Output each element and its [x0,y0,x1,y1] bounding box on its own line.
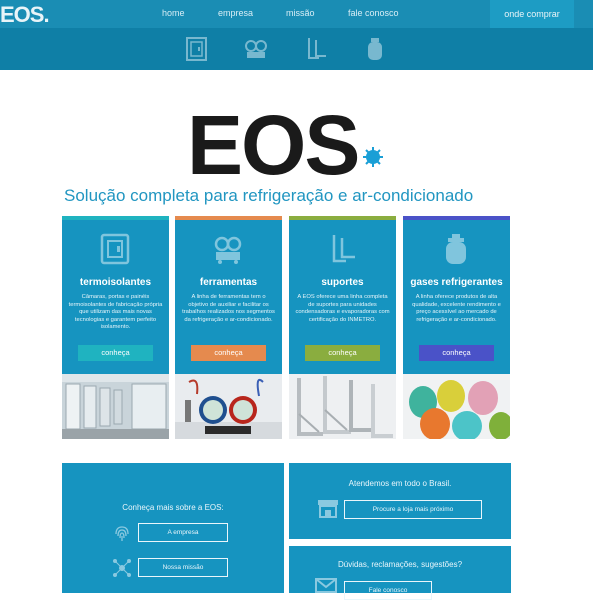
card-accent-strip [403,216,510,220]
card-title: ferramentas [199,277,258,288]
mail-icon [315,578,337,593]
card-accent-strip [62,216,169,220]
gas-cylinder-icon[interactable] [362,36,388,62]
card-title: gases refrigerantes [410,277,503,288]
card-description: A linha de ferramentas tem o objetivo de… [182,294,275,323]
card-gases-refrigerantes: gases refrigerantes A linha oferece prod… [403,216,510,439]
gas-cylinder-icon [446,234,466,264]
card-button[interactable]: conheça [191,345,266,361]
category-icon-bar [0,28,593,70]
fingerprint-icon [115,526,129,541]
about-company-button[interactable]: A empresa [138,523,228,542]
card-description: A EOS oferece uma linha completa de supo… [295,294,390,323]
cold-room-photo [62,374,169,439]
nav-empresa[interactable]: empresa [218,8,253,18]
gauges-icon [214,236,242,264]
hero-logo: EOS [187,98,360,192]
header-logo[interactable]: EOS. [0,2,50,28]
about-panel: Conheça mais sobre a EOS: A empresa Noss… [62,463,284,593]
brazil-panel: Atendemos em todo o Brasil. Procure a lo… [289,463,511,539]
gas-cylinders-photo [403,374,510,439]
brackets-photo [289,374,396,439]
card-description: A linha oferece produtos de alta qualida… [412,294,501,323]
nav-fale-conosco[interactable]: fale conosco [348,8,399,18]
contact-panel: Dúvidas, reclamações, sugestões? Fale co… [289,546,511,600]
panel-icon [100,233,130,265]
brazil-text: Atendemos em todo o Brasil. [348,479,452,488]
card-accent-strip [175,216,282,220]
card-ferramentas: ferramentas A linha de ferramentas tem o… [175,216,282,439]
contact-text: Dúvidas, reclamações, sugestões? [337,560,463,569]
snowflake-dot-icon [363,147,383,167]
top-navigation-bar: EOS. home empresa missão fale conosco on… [0,0,593,28]
about-mission-button[interactable]: Nossa missão [138,558,228,577]
contact-button[interactable]: Fale conosco [344,581,432,600]
panel-icon[interactable] [184,36,210,62]
card-title: suportes [321,277,364,288]
card-title: termoisolantes [79,277,152,288]
card-accent-strip [289,216,396,220]
bracket-icon [332,235,355,263]
card-termoisolantes: termoisolantes Câmaras, portas e painéis… [62,216,169,439]
bracket-icon[interactable] [303,36,329,62]
nav-missao[interactable]: missão [286,8,315,18]
tools-photo [175,374,282,439]
tagline: Solução completa para refrigeração e ar-… [64,186,474,205]
card-button[interactable]: conheça [78,345,153,361]
about-heading: Conheça mais sobre a EOS: [122,503,224,512]
where-to-buy-button[interactable]: onde comprar [490,0,574,28]
nav-home[interactable]: home [162,8,185,18]
card-button[interactable]: conheça [305,345,380,361]
find-store-button[interactable]: Procure a loja mais próximo [344,500,482,519]
network-icon [113,559,131,577]
store-icon [318,500,338,518]
card-description: Câmaras, portas e painéis termoisolantes… [68,294,163,331]
gauges-icon[interactable] [243,36,269,62]
card-button[interactable]: conheça [419,345,494,361]
card-suportes: suportes A EOS oferece uma linha complet… [289,216,396,439]
